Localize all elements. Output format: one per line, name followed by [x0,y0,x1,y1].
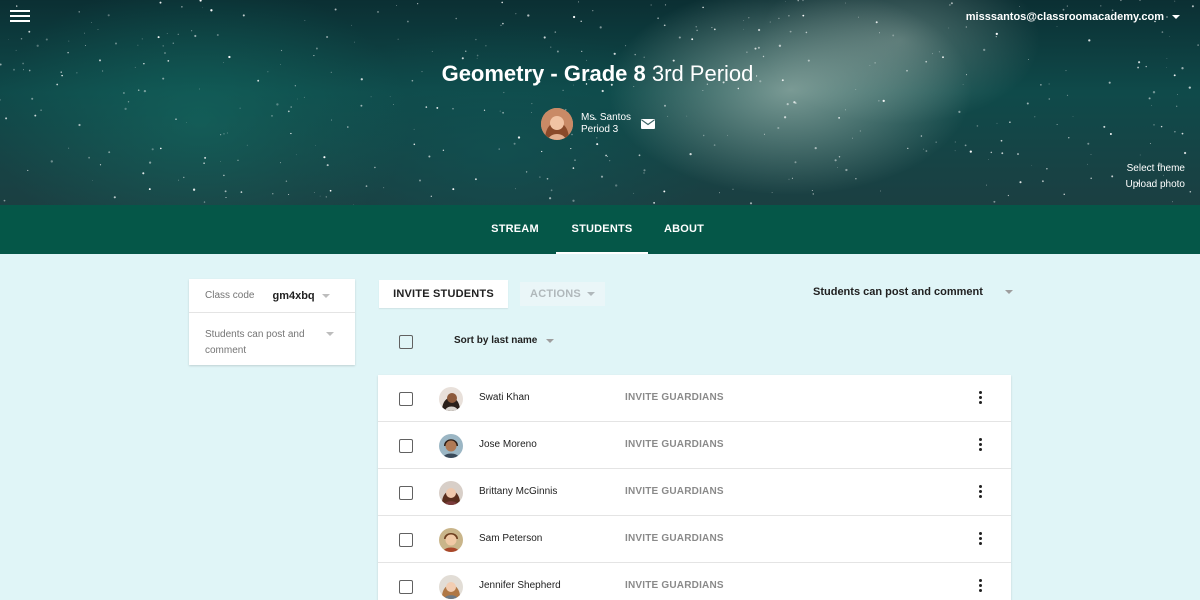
table-row: Jennifer Shepherd INVITE GUARDIANS [378,563,1011,600]
student-name: Swati Khan [479,392,530,403]
class-code-label: Class code [205,290,255,301]
table-row: Jose Moreno INVITE GUARDIANS [378,422,1011,469]
student-list: Swati Khan INVITE GUARDIANS Jose Moreno … [378,375,1011,600]
account-switcher[interactable]: misssantos@classroomacademy.com [966,11,1180,23]
mail-icon[interactable] [641,119,656,129]
student-checkbox[interactable] [399,486,413,500]
permission-select-label: Students can post and comment [813,286,983,298]
more-vert-icon[interactable] [979,532,983,546]
dropdown-arrow-icon [586,292,595,296]
class-name: Geometry - Grade 8 [441,61,646,86]
class-code-selector[interactable]: Class code gm4xbq [189,279,355,313]
student-avatar [439,575,463,599]
class-section: 3rd Period [651,61,754,86]
more-vert-icon[interactable] [979,485,983,499]
actions-menu-button[interactable]: ACTIONS [520,282,605,306]
student-checkbox[interactable] [399,392,413,406]
select-all-checkbox[interactable] [399,335,413,349]
dropdown-arrow-icon [1004,290,1013,294]
more-vert-icon[interactable] [979,438,983,452]
tab-about[interactable]: ABOUT [655,205,713,254]
table-row: Swati Khan INVITE GUARDIANS [378,375,1011,422]
student-permission-select[interactable]: Students can post and comment [813,286,1013,298]
account-email: misssantos@classroomacademy.com [965,11,1164,23]
stream-permission-selector[interactable]: Students can post and comment [205,327,310,359]
more-vert-icon[interactable] [979,579,983,593]
table-row: Sam Peterson INVITE GUARDIANS [378,516,1011,563]
teacher-period: Period 3 [581,124,619,135]
class-code-value: gm4xbq [272,289,315,302]
invite-guardians-link[interactable]: INVITE GUARDIANS [625,392,724,403]
sort-select[interactable]: Sort by last name [454,335,555,346]
teacher-avatar [541,108,573,140]
student-avatar [439,481,463,505]
sort-label: Sort by last name [454,335,538,346]
tab-students[interactable]: STUDENTS [556,205,648,254]
student-checkbox[interactable] [399,439,413,453]
teacher-info: Ms. Santos Period 3 [541,108,656,140]
student-checkbox[interactable] [399,580,413,594]
theme-links: Select theme Upload photo [1126,161,1186,193]
teacher-name: Ms. Santos [581,112,632,123]
invite-guardians-link[interactable]: INVITE GUARDIANS [625,533,724,544]
class-banner: misssantos@classroomacademy.com Geometry… [0,0,1200,205]
tab-bar: STREAM STUDENTS ABOUT [0,205,1200,254]
class-title: Geometry - Grade 8 3rd Period [0,60,1195,88]
dropdown-arrow-icon [546,338,555,343]
table-row: Brittany McGinnis INVITE GUARDIANS [378,469,1011,516]
select-theme-link[interactable]: Select theme [1126,161,1185,177]
tab-stream[interactable]: STREAM [481,205,549,254]
student-avatar [439,528,463,552]
student-avatar [439,387,463,411]
student-name: Brittany McGinnis [479,486,558,497]
student-name: Sam Peterson [479,533,543,544]
actions-label: ACTIONS [530,288,581,300]
invite-guardians-link[interactable]: INVITE GUARDIANS [625,439,724,450]
student-checkbox[interactable] [399,533,413,547]
main-menu-icon[interactable] [10,10,30,26]
upload-photo-link[interactable]: Upload photo [1126,177,1186,193]
dropdown-arrow-icon [321,293,330,298]
dropdown-arrow-icon[interactable] [326,332,334,336]
student-name: Jose Moreno [479,439,537,450]
starfield-background [0,0,1199,205]
student-avatar [439,434,463,458]
student-name: Jennifer Shepherd [479,580,561,591]
chevron-down-icon [1172,15,1180,19]
invite-guardians-link[interactable]: INVITE GUARDIANS [625,580,724,591]
invite-guardians-link[interactable]: INVITE GUARDIANS [625,486,724,497]
class-settings-card: Class code gm4xbq Students can post and … [189,279,355,365]
more-vert-icon[interactable] [979,391,983,405]
invite-students-button[interactable]: INVITE STUDENTS [379,280,508,308]
